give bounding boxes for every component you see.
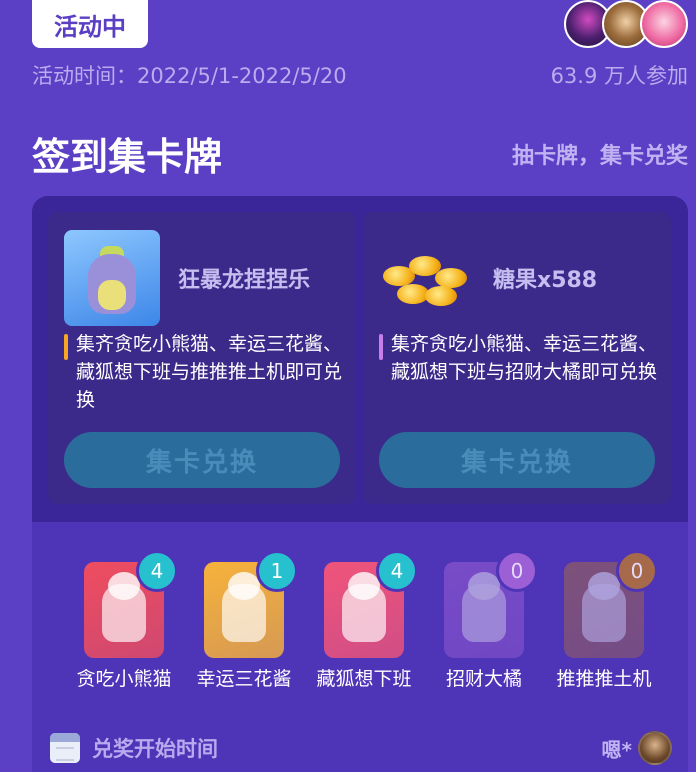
card-count-badge: 0: [616, 550, 658, 592]
user-info[interactable]: 嗯*: [602, 730, 672, 766]
card-count-badge: 4: [136, 550, 178, 592]
redeem-button[interactable]: 集卡兑换: [64, 432, 340, 488]
card-collection: 4 贪吃小熊猫 1 幸运三花酱 4 藏狐想下班 0 招财大橘 0 推推推土机: [64, 550, 688, 696]
reward-name: 糖果x588: [493, 268, 598, 293]
card-item-calico[interactable]: 1 幸运三花酱: [184, 550, 304, 696]
card-count-badge: 1: [256, 550, 298, 592]
card-label: 幸运三花酱: [196, 668, 292, 690]
redeem-button[interactable]: 集卡兑换: [379, 432, 655, 488]
dino-toy-image: [64, 230, 160, 326]
participant-avatar: [640, 0, 688, 48]
calendar-icon: [50, 733, 80, 763]
status-tag: 活动中: [32, 0, 148, 48]
reward-description: 集齐贪吃小熊猫、幸运三花酱、藏狐想下班与推推推土机即可兑换: [64, 330, 344, 414]
section-title: 签到集卡牌: [32, 135, 223, 179]
card-count-badge: 0: [496, 550, 538, 592]
reward-card-candy: 糖果x588 集齐贪吃小熊猫、幸运三花酱、藏狐想下班与招财大橘即可兑换 集卡兑换: [363, 212, 671, 504]
participant-count: 63.9 万人参加: [550, 64, 688, 88]
card-label: 招财大橘: [445, 668, 522, 690]
user-avatar: [638, 731, 672, 765]
prize-start-title: 兑奖开始时间: [92, 737, 218, 761]
card-item-orange-cat[interactable]: 0 招财大橘: [424, 550, 544, 696]
participant-avatars[interactable]: [564, 0, 688, 48]
user-name: 嗯*: [601, 737, 632, 762]
rewards-area: 狂暴龙捏捏乐 集齐贪吃小熊猫、幸运三花酱、藏狐想下班与推推推土机即可兑换 集卡兑…: [32, 196, 688, 522]
section-subtitle: 抽卡牌，集卡兑奖: [511, 144, 688, 169]
card-item-bulldozer[interactable]: 0 推推推土机: [544, 550, 664, 696]
event-time: 活动时间：2022/5/1-2022/5/20: [32, 64, 347, 88]
candy-image: [379, 230, 475, 326]
reward-description: 集齐贪吃小熊猫、幸运三花酱、藏狐想下班与招财大橘即可兑换: [379, 330, 659, 386]
card-label: 藏狐想下班: [316, 668, 412, 690]
card-count-badge: 4: [376, 550, 418, 592]
card-label: 推推推土机: [556, 668, 652, 690]
card-item-panda[interactable]: 4 贪吃小熊猫: [64, 550, 184, 696]
reward-name: 狂暴龙捏捏乐: [178, 268, 311, 293]
card-item-fox[interactable]: 4 藏狐想下班: [304, 550, 424, 696]
card-label: 贪吃小熊猫: [76, 668, 172, 690]
prize-start-row: 兑奖开始时间: [50, 730, 218, 766]
reward-card-dino: 狂暴龙捏捏乐 集齐贪吃小熊猫、幸运三花酱、藏狐想下班与推推推土机即可兑换 集卡兑…: [48, 212, 356, 504]
collect-cards-panel: 狂暴龙捏捏乐 集齐贪吃小熊猫、幸运三花酱、藏狐想下班与推推推土机即可兑换 集卡兑…: [32, 196, 688, 772]
